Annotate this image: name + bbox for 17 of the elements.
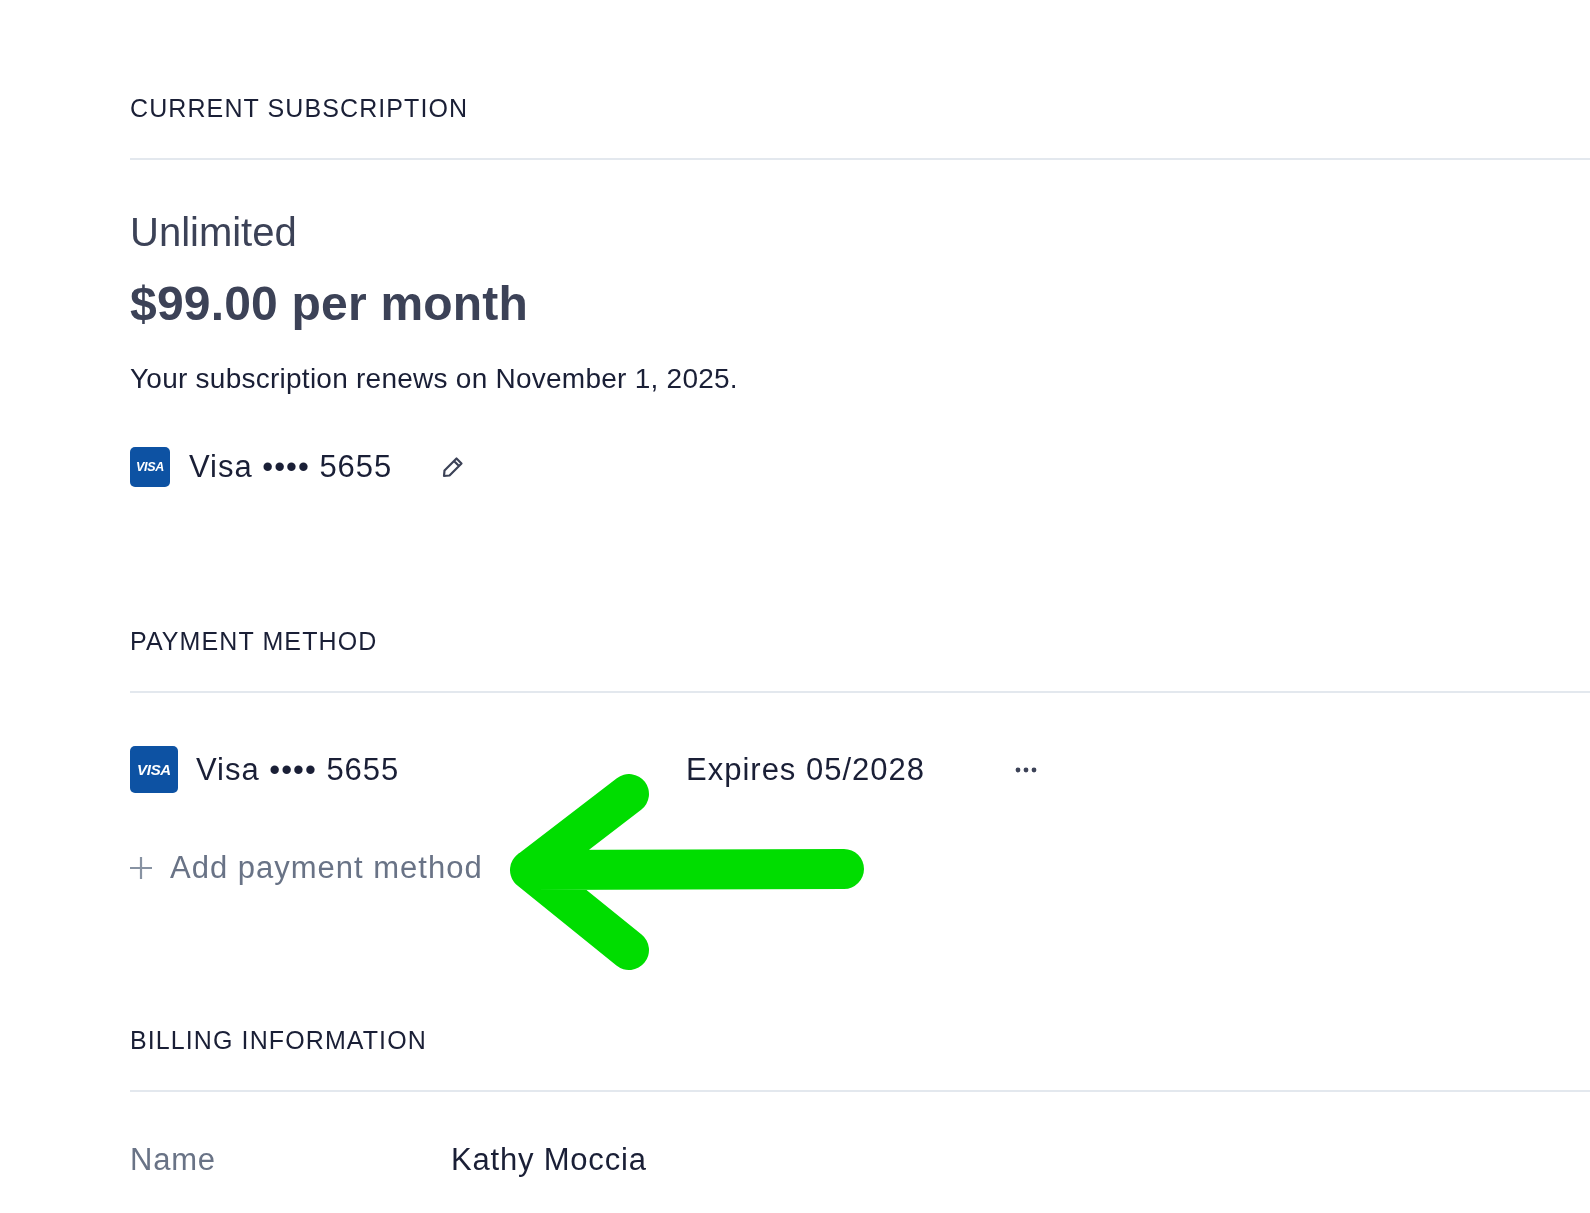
card-logo: VISA [130, 447, 170, 487]
card-label: Visa •••• 5655 [196, 750, 400, 789]
card-expiry: Expires 05/2028 [686, 750, 926, 789]
field-value: Kathy Moccia [451, 1142, 647, 1178]
field-label: Name [130, 1142, 217, 1178]
plan-price: $99.00 per month [130, 276, 528, 332]
renewal-note: Your subscription renews on November 1, 2025. [130, 363, 738, 395]
card-label: Visa •••• 5655 [189, 448, 393, 486]
plus-icon [130, 857, 152, 879]
pencil-icon[interactable] [442, 456, 465, 478]
more-icon[interactable] [1015, 766, 1038, 773]
card-logo: VISA [130, 746, 178, 793]
section-heading: BILLING INFORMATION [130, 1025, 427, 1055]
plan-name: Unlimited [130, 209, 297, 255]
section-heading: PAYMENT METHOD [130, 626, 378, 656]
section-heading: CURRENT SUBSCRIPTION [130, 93, 469, 123]
add-payment-method-button[interactable]: Add payment method [130, 848, 483, 888]
